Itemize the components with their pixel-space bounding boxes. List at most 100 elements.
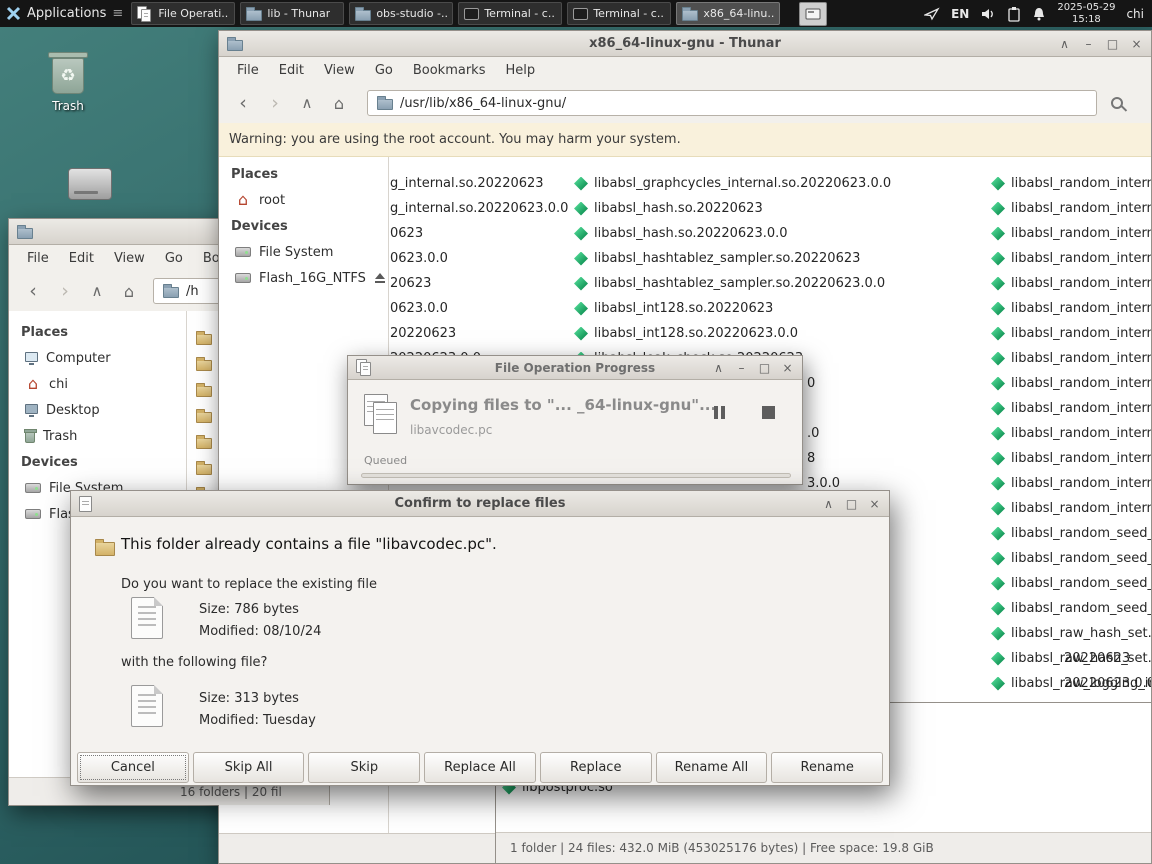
taskbar-item-file-operation[interactable]: File Operati... [131, 2, 236, 25]
close-button[interactable]: × [1130, 38, 1143, 50]
replace-dialog-titlebar[interactable]: Confirm to replace files ∧ □ × [71, 491, 889, 517]
menu-item[interactable]: View [104, 247, 155, 270]
up-button[interactable]: ∧ [81, 277, 113, 305]
main-window-titlebar[interactable]: x86_64-linux-gnu - Thunar ∧ – □ × [219, 31, 1151, 57]
menu-item[interactable]: View [314, 59, 365, 82]
up-button[interactable]: ∧ [291, 89, 323, 117]
taskbar-item-lib[interactable]: lib - Thunar [240, 2, 345, 25]
file-item[interactable]: libabsl_int128.so.20220623 [574, 296, 891, 321]
home-button[interactable]: ⌂ [113, 277, 145, 305]
file-item[interactable]: 20623 [390, 271, 568, 296]
stop-button[interactable] [762, 406, 775, 419]
notification-bell-icon[interactable] [1032, 6, 1046, 22]
path-bar[interactable]: /usr/lib/x86_64-linux-gnu/ [367, 90, 1097, 116]
menu-item[interactable]: Go [155, 247, 193, 270]
home-button[interactable]: ⌂ [323, 89, 355, 117]
forward-button[interactable]: › [259, 89, 291, 117]
search-icon[interactable] [1111, 97, 1123, 109]
forward-button[interactable]: › [49, 277, 81, 305]
sidebar-item-desktop[interactable]: Desktop [9, 397, 186, 423]
taskbar-item-terminal-2[interactable]: Terminal - c... [567, 2, 672, 25]
file-item[interactable]: libabsl_random_interna [991, 271, 1151, 296]
sidebar-item-computer[interactable]: Computer [9, 345, 186, 371]
menu-item[interactable]: File [17, 247, 59, 270]
file-item[interactable]: libabsl_random_seed_g [991, 521, 1151, 546]
menu-item[interactable]: Go [365, 59, 403, 82]
taskbar-item-obs-studio[interactable]: obs-studio -... [349, 2, 454, 25]
file-item[interactable]: libabsl_random_seed_s [991, 596, 1151, 621]
maximize-button[interactable]: □ [1106, 38, 1119, 50]
sidebar-item-root[interactable]: ⌂ root [219, 187, 388, 213]
file-item[interactable]: libabsl_random_interna [991, 221, 1151, 246]
file-item[interactable]: libabsl_int128.so.20220623.0.0 [574, 321, 891, 346]
trash-desktop-icon[interactable]: ♻ Trash [22, 50, 114, 113]
shade-button[interactable]: ∧ [1058, 38, 1071, 50]
close-button[interactable]: × [781, 362, 794, 374]
file-item[interactable]: 20220623 [390, 321, 568, 346]
dialog-button[interactable]: Rename All [655, 752, 768, 783]
minimize-button[interactable]: – [735, 362, 748, 374]
eject-icon[interactable] [374, 272, 386, 284]
file-item[interactable]: libabsl_random_interna [991, 446, 1151, 471]
sidebar-item-file-system[interactable]: File System [219, 239, 388, 265]
file-item[interactable]: libabsl_random_interna [991, 471, 1151, 496]
file-item[interactable]: libabsl_random_interna [991, 421, 1151, 446]
file-item[interactable]: libabsl_random_interna [991, 371, 1151, 396]
dialog-button[interactable]: Replace [539, 752, 652, 783]
sidebar-item-flash-drive[interactable]: Flash_16G_NTFS [219, 265, 388, 291]
file-item[interactable]: libabsl_hash.so.20220623 [574, 196, 891, 221]
file-item[interactable]: g_internal.so.20220623.0.0 [390, 196, 568, 221]
file-item[interactable]: libabsl_random_interna [991, 346, 1151, 371]
file-item[interactable]: libabsl_random_interna [991, 196, 1151, 221]
close-button[interactable]: × [868, 498, 881, 510]
file-item[interactable]: libabsl_random_interna [991, 496, 1151, 521]
file-item[interactable]: libabsl_random_interna [991, 246, 1151, 271]
menu-item[interactable]: Edit [59, 247, 104, 270]
shade-button[interactable]: ∧ [712, 362, 725, 374]
back-button[interactable]: ‹ [17, 277, 49, 305]
file-item[interactable]: libabsl_hash.so.20220623.0.0 [574, 221, 891, 246]
file-item[interactable]: 0623.0.0 [390, 246, 568, 271]
file-item[interactable]: libabsl_random_seed_g [991, 546, 1151, 571]
file-item[interactable]: libabsl_graphcycles_internal.so.20220623… [574, 171, 891, 196]
taskbar-item-terminal-1[interactable]: Terminal - c... [458, 2, 563, 25]
file-item[interactable]: 0623.0.0 [390, 296, 568, 321]
back-button[interactable]: ‹ [227, 89, 259, 117]
menu-item[interactable]: File [227, 59, 269, 82]
clipboard-icon[interactable] [1007, 6, 1021, 22]
file-item[interactable]: 0623 [390, 221, 568, 246]
menu-item[interactable]: Bookmarks [403, 59, 496, 82]
sidebar-item-home[interactable]: ⌂ chi [9, 371, 186, 397]
file-item[interactable]: libabsl_hashtablez_sampler.so.20220623 [574, 246, 891, 271]
file-item[interactable]: g_internal.so.20220623 [390, 171, 568, 196]
keyboard-layout-indicator[interactable]: EN [951, 7, 969, 21]
dialog-button[interactable]: Rename [771, 752, 884, 783]
maximize-button[interactable]: □ [758, 362, 771, 374]
menu-item[interactable]: Edit [269, 59, 314, 82]
clock[interactable]: 2025-05-29 15:18 [1057, 2, 1115, 26]
file-item[interactable]: libabsl_random_interna [991, 396, 1151, 421]
dialog-button[interactable]: Skip [308, 752, 421, 783]
minimize-button[interactable]: – [1082, 38, 1095, 50]
menu-item[interactable]: Help [495, 59, 545, 82]
pause-button[interactable] [714, 406, 725, 419]
user-indicator[interactable]: chi [1126, 7, 1144, 21]
file-item[interactable]: libabsl_raw_hash_set.s [991, 621, 1151, 646]
removable-drive-desktop-icon[interactable] [44, 168, 136, 200]
applications-menu[interactable]: Applications [0, 0, 112, 27]
shade-button[interactable]: ∧ [822, 498, 835, 510]
file-item[interactable]: libabsl_hashtablez_sampler.so.20220623.0… [574, 271, 891, 296]
send-tray-icon[interactable] [924, 6, 940, 22]
tray-device-button[interactable] [799, 1, 828, 26]
sidebar-item-trash[interactable]: Trash [9, 423, 186, 449]
dialog-button[interactable]: Cancel [77, 752, 189, 783]
file-item[interactable]: libabsl_random_interna [991, 171, 1151, 196]
file-item[interactable]: libabsl_random_interna [991, 321, 1151, 346]
maximize-button[interactable]: □ [845, 498, 858, 510]
file-item[interactable]: libabsl_random_interna [991, 296, 1151, 321]
menu-icon[interactable]: ≡ [112, 6, 123, 21]
file-item[interactable]: libabsl_random_seed_s [991, 571, 1151, 596]
dialog-button[interactable]: Skip All [192, 752, 305, 783]
taskbar-item-x86-64-linux-gnu[interactable]: x86_64-linu... [676, 2, 781, 25]
volume-icon[interactable] [980, 6, 996, 22]
